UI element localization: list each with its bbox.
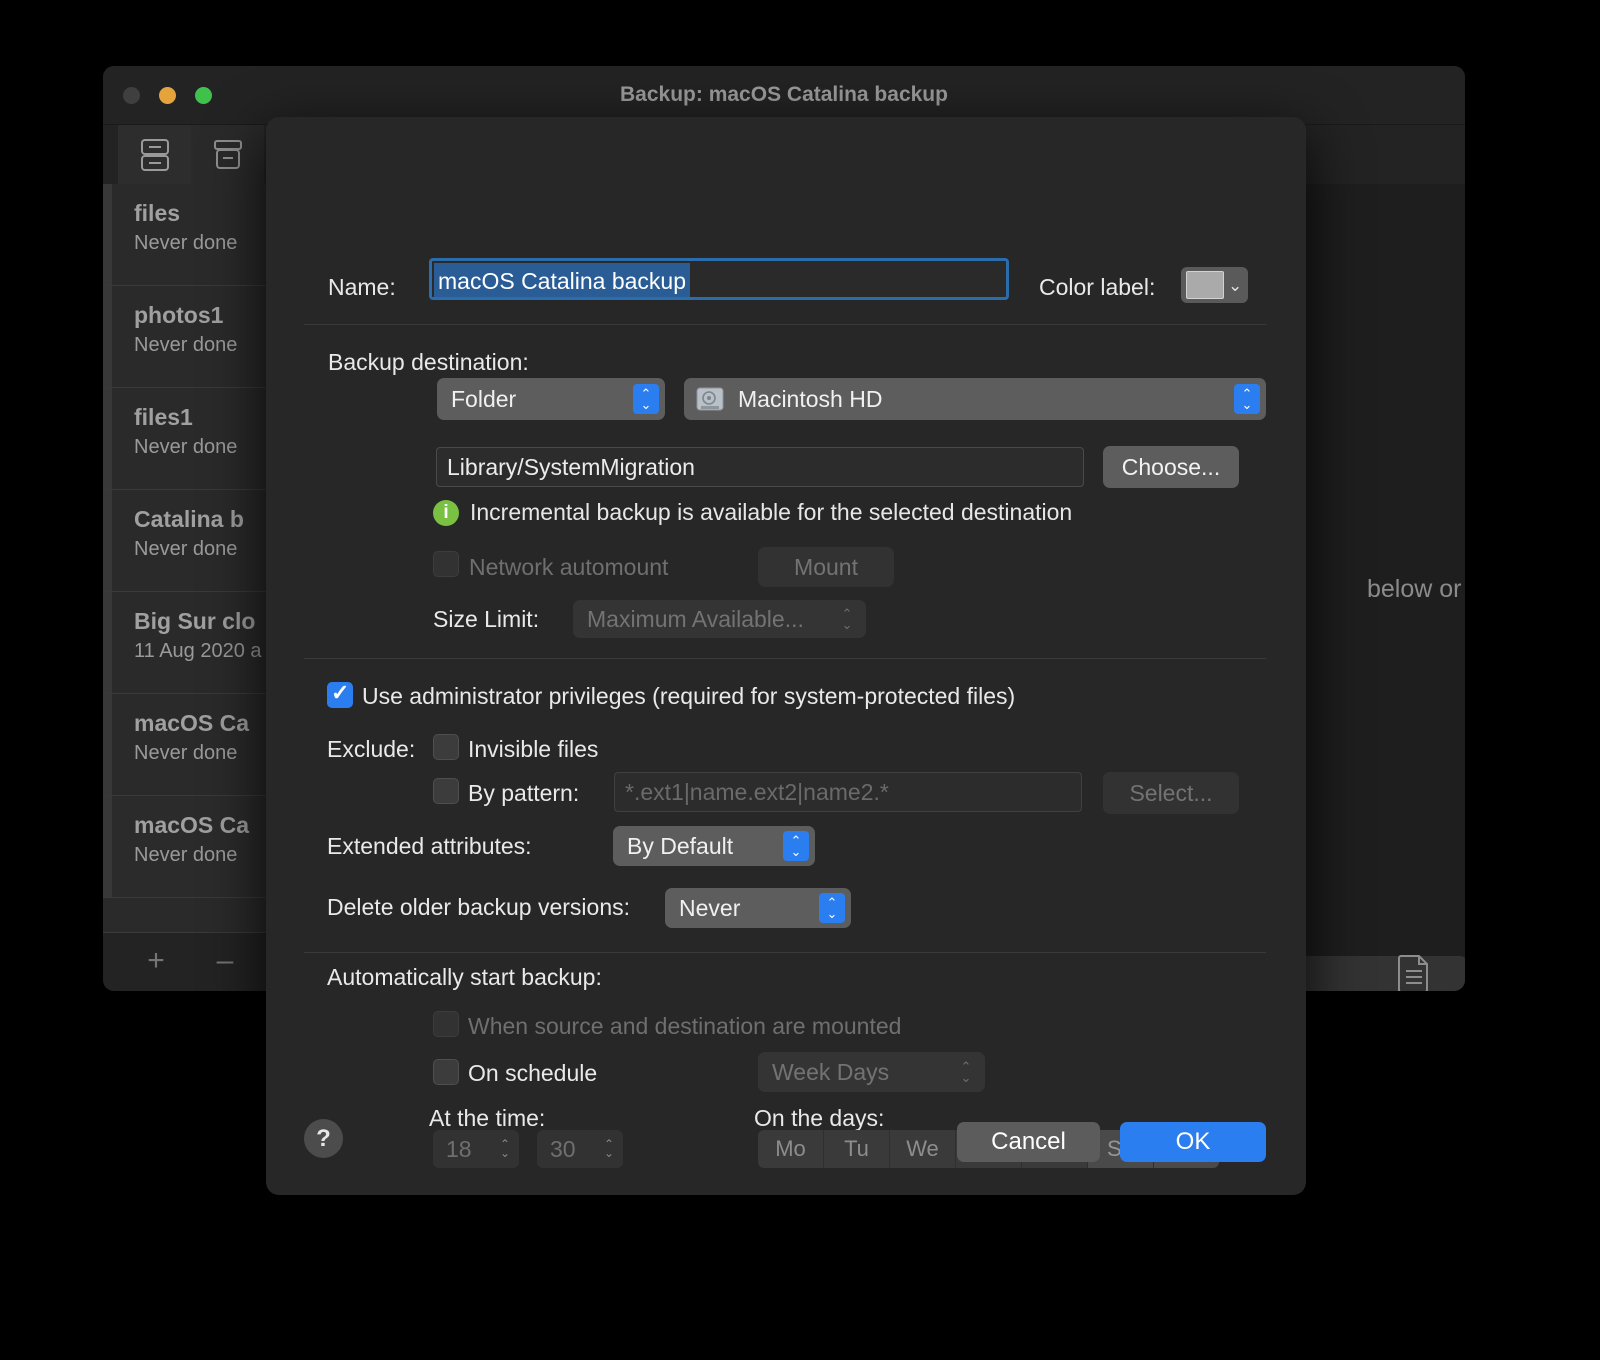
size-limit-dropdown[interactable]: Maximum Available... ⌃ ⌄ [573, 600, 866, 638]
color-swatch [1186, 271, 1224, 299]
incremental-info-row: i Incremental backup is available for th… [433, 499, 1072, 526]
day-button-mo[interactable]: Mo [758, 1130, 824, 1168]
choose-button[interactable]: Choose... [1103, 446, 1239, 488]
when-mounted-label: When source and destination are mounted [468, 1013, 902, 1039]
stepper-arrows-icon: ⌃ ⌄ [633, 384, 659, 414]
name-label: Name: [328, 274, 396, 300]
stepper-arrows-icon: ⌃ ⌄ [960, 1059, 972, 1085]
hard-drive-icon [696, 387, 724, 411]
extended-attributes-value: By Default [627, 832, 734, 859]
stepper-arrows-icon: ⌃ ⌄ [841, 606, 853, 632]
select-button[interactable]: Select... [1103, 772, 1239, 814]
backup-settings-sheet: Name: macOS Catalina backup Color label:… [266, 117, 1306, 1195]
stepper-arrows-icon: ⌃ ⌄ [499, 1137, 510, 1160]
window-title: Backup: macOS Catalina backup [620, 83, 948, 106]
minute-stepper[interactable]: 30 ⌃ ⌄ [537, 1130, 623, 1168]
schedule-frequency-dropdown[interactable]: Week Days ⌃ ⌄ [758, 1052, 985, 1092]
delete-versions-value: Never [679, 894, 741, 921]
size-limit-value: Maximum Available... [587, 605, 804, 632]
destination-path-input[interactable]: Library/SystemMigration [436, 447, 1084, 487]
pattern-input[interactable]: *.ext1|name.ext2|name2.* [614, 772, 1082, 812]
admin-privileges-checkbox[interactable] [327, 680, 353, 708]
invisible-files-checkbox[interactable] [433, 734, 459, 760]
destination-kind-value: Folder [451, 385, 517, 412]
schedule-frequency-value: Week Days [772, 1058, 890, 1085]
on-schedule-checkbox[interactable] [433, 1059, 459, 1085]
row-edge-marker [103, 796, 112, 897]
desktop-backdrop: Backup: macOS Catalina backup B [0, 0, 1600, 1360]
section-divider [304, 952, 1266, 953]
row-edge-marker [103, 490, 112, 591]
auto-start-label: Automatically start backup: [327, 964, 602, 990]
hour-stepper[interactable]: 18 ⌃ ⌄ [433, 1130, 519, 1168]
mount-button[interactable]: Mount [758, 547, 894, 587]
row-edge-marker [103, 694, 112, 795]
help-button[interactable]: ? [304, 1119, 343, 1158]
remove-task-button[interactable]: – [208, 946, 242, 978]
color-label-dropdown[interactable]: ⌄ [1181, 267, 1248, 303]
invisible-files-label: Invisible files [468, 736, 599, 762]
section-divider [304, 658, 1266, 659]
toolbar-tab-backup[interactable] [118, 125, 191, 185]
row-edge-marker [103, 592, 112, 693]
info-icon: i [433, 499, 459, 526]
on-the-days-label: On the days: [754, 1105, 885, 1131]
destination-volume-dropdown[interactable]: Macintosh HD ⌃ ⌄ [684, 378, 1266, 420]
name-input[interactable]: macOS Catalina backup [429, 258, 1009, 300]
row-edge-marker [103, 184, 112, 285]
ok-button[interactable]: OK [1120, 1122, 1266, 1162]
incremental-info-text: Incremental backup is available for the … [470, 499, 1073, 525]
chevron-down-icon: ⌄ [1228, 275, 1243, 295]
stepper-arrows-icon: ⌃ ⌄ [783, 831, 809, 861]
row-edge-marker [103, 388, 112, 489]
admin-privileges-label: Use administrator privileges (required f… [362, 683, 1016, 709]
by-pattern-label: By pattern: [468, 780, 580, 806]
main-pane-hint-text: below or [1367, 575, 1462, 603]
destination-volume-value: Macintosh HD [738, 385, 883, 412]
network-automount-checkbox[interactable] [433, 551, 459, 577]
color-label-text: Color label: [1039, 274, 1156, 300]
name-input-value: macOS Catalina backup [434, 263, 691, 297]
add-task-button[interactable]: + [139, 946, 173, 978]
cancel-button[interactable]: Cancel [957, 1122, 1100, 1162]
network-automount-label: Network automount [469, 554, 669, 580]
hour-value: 18 [446, 1135, 472, 1162]
delete-versions-dropdown[interactable]: Never ⌃ ⌄ [665, 888, 851, 928]
stepper-arrows-icon: ⌃ ⌄ [603, 1137, 614, 1160]
day-button-we[interactable]: We [890, 1130, 956, 1168]
toolbar-tab-archive[interactable] [191, 125, 264, 185]
destination-kind-dropdown[interactable]: Folder ⌃ ⌄ [437, 378, 665, 420]
stepper-arrows-icon: ⌃ ⌄ [819, 893, 845, 923]
when-mounted-checkbox[interactable] [433, 1011, 459, 1037]
minute-value: 30 [550, 1135, 576, 1162]
extended-attributes-dropdown[interactable]: By Default ⌃ ⌄ [613, 826, 815, 866]
delete-versions-label: Delete older backup versions: [327, 894, 630, 920]
on-schedule-label: On schedule [468, 1060, 598, 1086]
stepper-arrows-icon: ⌃ ⌄ [1234, 384, 1260, 414]
row-edge-marker [103, 286, 112, 387]
day-button-tu[interactable]: Tu [824, 1130, 890, 1168]
extended-attributes-label: Extended attributes: [327, 833, 532, 859]
at-the-time-label: At the time: [429, 1105, 546, 1131]
archive-box-icon [213, 140, 242, 169]
section-divider [304, 324, 1266, 325]
document-icon[interactable] [1397, 954, 1431, 991]
by-pattern-checkbox[interactable] [433, 778, 459, 804]
exclude-label: Exclude: [327, 736, 416, 762]
backup-destination-label: Backup destination: [328, 349, 529, 375]
drive-stack-icon [140, 139, 169, 171]
size-limit-label: Size Limit: [433, 606, 540, 632]
